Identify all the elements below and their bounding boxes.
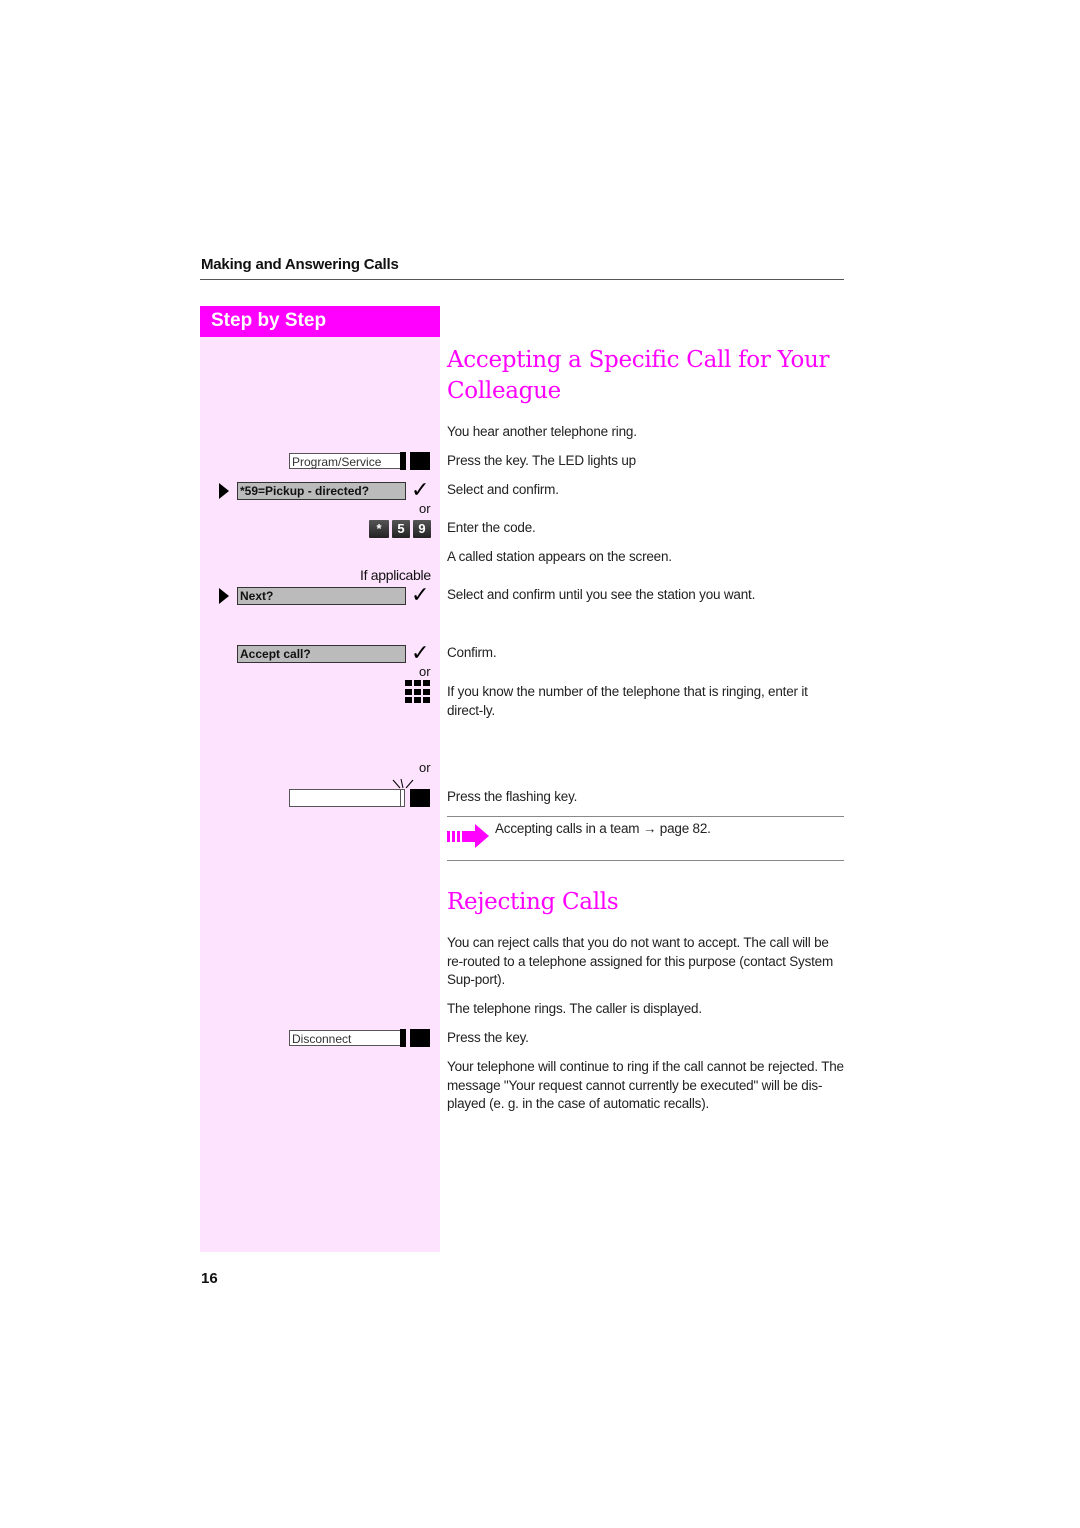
title-line-2: Colleague [447,378,561,404]
sidebar-title: Step by Step [211,310,327,331]
title-line-1: Accepting a Specific Call for Your [447,347,830,373]
sidebar-header: Step by Step [200,306,440,337]
or-label: or [419,664,431,679]
or-label: or [419,760,431,775]
digit-key-5[interactable]: 5 [392,520,410,538]
triangle-pointer-icon [219,483,229,499]
key-indicator [400,789,405,807]
note-rule-bottom [447,860,844,861]
flashing-key[interactable] [289,789,401,807]
paragraph: Press the key. [447,1030,529,1045]
led-icon [410,1029,430,1047]
arrow-right-icon: → [642,821,657,836]
menu-item-accept-call[interactable]: Accept call? [237,645,406,663]
page-reference-link[interactable]: page 82. [660,821,711,836]
disconnect-key[interactable]: Disconnect [289,1030,401,1046]
paragraph: You can reject calls that you do not wan… [447,935,834,987]
keypad-icon[interactable] [405,680,431,704]
triangle-pointer-icon [219,588,229,604]
led-icon [410,789,430,807]
note-rule-top [447,816,844,817]
if-applicable-label: If applicable [360,567,431,583]
step-text: A called station appears on the screen. [447,549,672,564]
note-label: Accepting calls in a team [495,821,640,836]
step-text: You hear another telephone ring. [447,424,637,439]
step-text: Enter the code. [447,520,536,535]
star-key[interactable]: * [369,520,389,538]
header-rule [200,279,844,280]
checkmark-icon[interactable]: ✓ [411,643,429,665]
checkmark-icon[interactable]: ✓ [411,480,429,502]
program-service-key[interactable]: Program/Service [289,453,401,469]
step-text: Confirm. [447,645,497,660]
page-number: 16 [201,1270,218,1287]
section-title-rejecting: Rejecting Calls [447,889,619,915]
section-title-accepting: Accepting a Specific Call for Your Colle… [447,345,830,407]
chapter-title: Making and Answering Calls [201,256,399,273]
paragraph: Your telephone will continue to ring if … [447,1059,844,1111]
step-text: Press the flashing key. [447,789,578,804]
menu-item-next[interactable]: Next? [237,587,406,605]
note-text[interactable]: Accepting calls in a team → page 82. [495,820,835,839]
menu-item-pickup-directed[interactable]: *59=Pickup - directed? [237,482,406,500]
paragraph: The telephone rings. The caller is displ… [447,1001,702,1016]
checkmark-icon[interactable]: ✓ [411,585,429,607]
key-indicator [400,1029,406,1047]
key-indicator [400,452,406,470]
step-text: Press the key. The LED lights up [447,453,636,468]
step-text: Select and confirm until you see the sta… [447,587,756,602]
led-icon [410,452,430,470]
digit-key-9[interactable]: 9 [413,520,431,538]
step-text: If you know the number of the telephone … [447,684,808,718]
reference-arrow-icon [447,824,489,848]
or-label: or [419,501,431,516]
step-text: Select and confirm. [447,482,559,497]
